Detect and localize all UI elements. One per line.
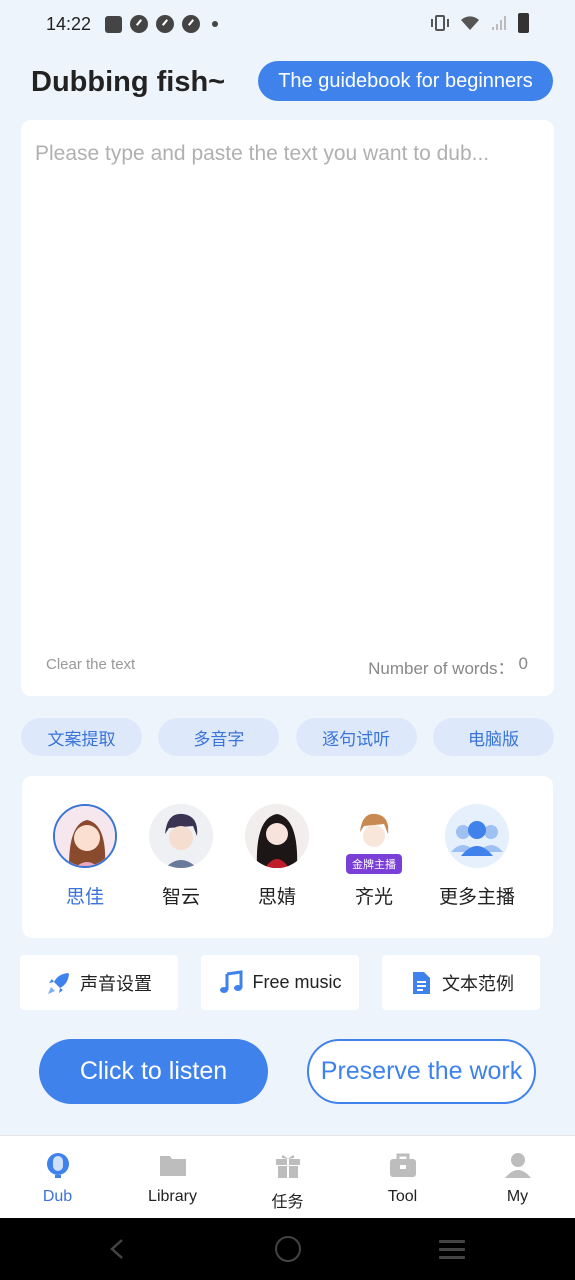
recent-apps-icon[interactable] xyxy=(439,1240,465,1259)
beginner-guide-button[interactable]: The guidebook for beginners xyxy=(258,61,553,101)
voice-name: 思婧 xyxy=(257,887,296,908)
microphone-icon xyxy=(43,1150,73,1180)
voice-option[interactable]: 思婧 xyxy=(229,804,325,909)
male-avatar-1 xyxy=(149,804,213,868)
notification-gauge-icon xyxy=(130,15,149,33)
text-examples-button[interactable]: 文本范例 xyxy=(382,955,540,1010)
nav-label: 任务 xyxy=(271,1194,304,1211)
notification-gauge-icon xyxy=(182,15,201,33)
home-icon[interactable] xyxy=(275,1236,301,1262)
back-icon[interactable] xyxy=(108,1238,126,1260)
notification-icons xyxy=(105,15,219,33)
female-avatar-1 xyxy=(53,804,117,868)
nav-label: My xyxy=(506,1188,529,1205)
word-count-label: Number of words： xyxy=(368,659,515,678)
nav-dub[interactable]: Dub xyxy=(0,1136,115,1218)
listen-button[interactable]: Click to listen xyxy=(39,1039,268,1104)
more-notifications-icon xyxy=(212,21,219,27)
nav-tasks[interactable]: 任务 xyxy=(230,1136,345,1218)
voice-option[interactable]: 金牌主播 齐光 xyxy=(326,804,422,909)
battery-icon xyxy=(518,13,529,33)
voice-name: 思佳 xyxy=(65,887,104,908)
toolbox-icon xyxy=(388,1150,418,1180)
user-icon xyxy=(503,1150,533,1180)
system-status-icons xyxy=(430,13,529,33)
tool-row: 声音设置 Free music 文本范例 xyxy=(20,955,540,1010)
nav-label: Tool xyxy=(387,1188,418,1205)
female-avatar-2 xyxy=(245,804,309,868)
notification-bag-icon xyxy=(105,15,123,33)
document-icon xyxy=(408,970,434,996)
status-time: 14:22 xyxy=(46,13,92,34)
header: Dubbing fish~ The guidebook for beginner… xyxy=(0,56,575,106)
bottom-navigation: Dub Library 任务 Tool My xyxy=(0,1135,575,1218)
gift-icon xyxy=(273,1150,303,1180)
voice-settings-button[interactable]: 声音设置 xyxy=(20,955,178,1010)
rocket-icon xyxy=(46,970,72,996)
system-navigation-bar xyxy=(0,1218,575,1280)
app-title: Dubbing fish~ xyxy=(31,66,226,98)
voice-name: 齐光 xyxy=(354,887,393,908)
gold-anchor-tag: 金牌主播 xyxy=(346,854,402,874)
voice-option[interactable]: 智云 xyxy=(133,804,229,909)
clear-text-button[interactable]: Clear the text xyxy=(46,656,135,673)
nav-library[interactable]: Library xyxy=(115,1136,230,1218)
more-voices-option[interactable]: 更多主播 xyxy=(428,804,526,909)
nav-my[interactable]: My xyxy=(460,1136,575,1218)
chip-text-extract[interactable]: 文案提取 xyxy=(21,718,142,756)
tool-label: Free music xyxy=(252,972,342,992)
chip-desktop-version[interactable]: 电脑版 xyxy=(432,718,554,756)
status-bar: 14:22 xyxy=(0,0,575,48)
folder-icon xyxy=(158,1150,188,1180)
vibrate-icon xyxy=(431,15,449,31)
text-editor-card: Clear the text Number of words： 0 xyxy=(21,120,554,696)
nav-label: Library xyxy=(148,1188,197,1205)
voice-name: 更多主播 xyxy=(438,887,515,908)
tool-label: 文本范例 xyxy=(442,973,514,994)
signal-icon xyxy=(492,16,506,30)
dub-text-input[interactable] xyxy=(35,142,540,642)
more-users-icon xyxy=(445,804,509,868)
music-note-icon xyxy=(218,969,244,996)
notification-gauge-icon xyxy=(156,15,175,33)
word-count: Number of words： 0 xyxy=(368,654,528,679)
voice-selector: 思佳 智云 思婧 金牌主播 齐光 更多主播 xyxy=(22,776,553,938)
quick-actions: 文案提取 多音字 逐句试听 电脑版 xyxy=(21,718,554,756)
free-music-button[interactable]: Free music xyxy=(201,955,359,1010)
nav-tool[interactable]: Tool xyxy=(345,1136,460,1218)
word-count-value: 0 xyxy=(518,654,528,673)
voice-option[interactable]: 思佳 xyxy=(37,804,133,909)
tool-label: 声音设置 xyxy=(80,973,152,994)
chip-sentence-preview[interactable]: 逐句试听 xyxy=(295,718,417,756)
voice-name: 智云 xyxy=(161,887,200,908)
preserve-work-button[interactable]: Preserve the work xyxy=(307,1039,536,1104)
chip-polyphone[interactable]: 多音字 xyxy=(158,718,280,756)
nav-label: Dub xyxy=(42,1188,73,1205)
wifi-icon xyxy=(461,16,479,30)
